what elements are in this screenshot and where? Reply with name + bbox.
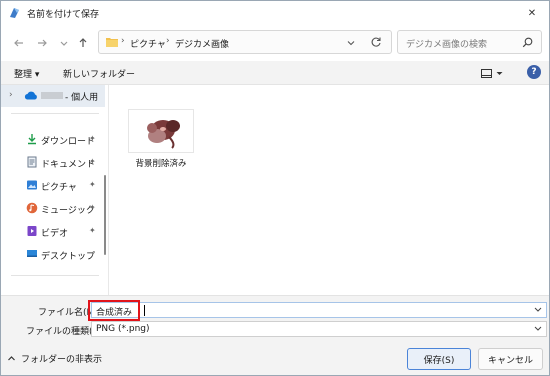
pin-icon: ✦ <box>89 203 96 212</box>
video-icon <box>27 226 37 236</box>
pin-icon: ✦ <box>89 157 96 166</box>
nav-item-music[interactable]: ミュージック ✦ <box>1 198 105 218</box>
app-icon <box>10 8 19 18</box>
new-folder-button[interactable]: 新しいフォルダー <box>63 67 135 80</box>
close-icon: ✕ <box>527 7 537 19</box>
forward-button[interactable] <box>34 35 50 51</box>
back-button[interactable] <box>11 35 27 51</box>
chevron-down-icon[interactable] <box>534 305 542 313</box>
help-button[interactable]: ? <box>527 65 541 79</box>
scrollbar-thumb[interactable] <box>104 175 106 255</box>
image-thumbnail-graphic <box>147 120 180 149</box>
nav-item-label: ピクチャ <box>41 183 77 193</box>
pictures-icon <box>27 180 37 190</box>
nav-item-label: デスクトップ <box>41 252 96 262</box>
pin-icon: ✦ <box>89 180 96 189</box>
breadcrumb-pictures[interactable]: ピクチャ <box>130 37 166 50</box>
arrow-right-icon <box>38 39 47 47</box>
nav-item-label: ダウンロード <box>41 137 96 147</box>
file-item[interactable]: 背景削除済み <box>128 109 194 171</box>
filename-field[interactable]: 合成済み <box>91 302 547 318</box>
nav-item-desktop[interactable]: デスクトップ <box>1 244 105 264</box>
chevron-down-icon <box>534 326 542 331</box>
chevron-up-icon <box>8 356 15 361</box>
music-icon <box>26 202 38 214</box>
save-button[interactable]: 保存(S) <box>407 348 471 370</box>
divider <box>11 275 99 276</box>
hide-folders-label: フォルダーの非表示 <box>21 355 103 365</box>
chevron-down-icon <box>496 71 503 75</box>
document-icon <box>27 156 37 168</box>
account-name-redacted <box>41 92 63 99</box>
address-bar[interactable]: › ピクチャ › デジカメ画像 <box>98 30 392 54</box>
save-button-label: 保存(S) <box>423 355 455 366</box>
cancel-button-label: キャンセル <box>487 355 533 366</box>
up-button[interactable] <box>75 35 91 51</box>
filetype-value: PNG (*.png) <box>96 324 150 334</box>
recent-locations-button[interactable] <box>56 35 72 51</box>
file-name: 背景削除済み <box>135 159 187 169</box>
search-input[interactable]: デジカメ画像の検索 <box>397 30 542 54</box>
nav-item-documents[interactable]: ドキュメント ✦ <box>1 152 105 172</box>
view-options-button[interactable] <box>481 66 511 80</box>
arrow-up-icon <box>79 38 87 47</box>
nav-item-label: ビデオ <box>41 229 69 239</box>
save-as-dialog: 名前を付けて保存 ✕ › ピクチャ › デジカメ画像 デジカメ画像の検索 整理 … <box>0 0 550 376</box>
close-button[interactable]: ✕ <box>521 4 543 22</box>
nav-item-downloads[interactable]: ダウンロード ✦ <box>1 129 105 149</box>
pin-icon: ✦ <box>89 134 96 143</box>
window-title: 名前を付けて保存 <box>27 10 100 20</box>
chevron-down-icon <box>60 41 68 46</box>
divider <box>11 113 99 114</box>
desktop-icon <box>27 250 37 257</box>
command-bar: 整理 ▾ 新しいフォルダー ? <box>1 61 549 85</box>
address-row: › ピクチャ › デジカメ画像 デジカメ画像の検索 <box>1 25 549 61</box>
nav-item-pictures[interactable]: ピクチャ ✦ <box>1 175 105 195</box>
nav-item-label: - 個人用 <box>65 93 99 103</box>
search-icon <box>522 37 533 48</box>
hide-folders-button[interactable]: フォルダーの非表示 <box>7 352 102 365</box>
save-form: ファイル名(N): 合成済み ファイルの種類(T): PNG (*.png) フ… <box>1 295 549 375</box>
onedrive-cloud-icon <box>24 91 37 100</box>
breadcrumb-separator: › <box>166 36 170 46</box>
chevron-right-icon[interactable]: › <box>9 90 13 100</box>
breadcrumb-camera-images[interactable]: デジカメ画像 <box>175 37 229 50</box>
text-cursor <box>144 305 145 316</box>
nav-item-videos[interactable]: ビデオ ✦ <box>1 221 105 241</box>
chevron-down-icon[interactable] <box>346 38 356 48</box>
view-layout-icon <box>481 68 492 78</box>
organize-button[interactable]: 整理 ▾ <box>14 67 39 80</box>
file-thumbnail <box>128 109 194 153</box>
file-list-area: 背景削除済み <box>109 85 549 295</box>
search-placeholder: デジカメ画像の検索 <box>406 40 488 50</box>
download-icon <box>28 134 36 145</box>
nav-item-label: ドキュメント <box>41 160 96 170</box>
help-icon: ? <box>531 67 537 77</box>
pin-icon: ✦ <box>89 226 96 235</box>
navigation-pane: › - 個人用 ダウンロード ✦ ドキュメント ✦ ピクチャ ✦ ミュージック … <box>1 85 109 295</box>
arrow-left-icon <box>14 39 23 47</box>
filetype-select[interactable]: PNG (*.png) <box>91 321 547 337</box>
title-bar: 名前を付けて保存 ✕ <box>1 1 549 25</box>
cancel-button[interactable]: キャンセル <box>478 348 543 370</box>
refresh-icon[interactable] <box>370 36 382 48</box>
filename-highlight-box <box>88 300 140 321</box>
breadcrumb-separator: › <box>121 36 125 46</box>
nav-item-onedrive[interactable]: › - 個人用 <box>1 85 105 107</box>
nav-item-label: ミュージック <box>41 206 95 216</box>
folder-icon <box>106 38 118 47</box>
